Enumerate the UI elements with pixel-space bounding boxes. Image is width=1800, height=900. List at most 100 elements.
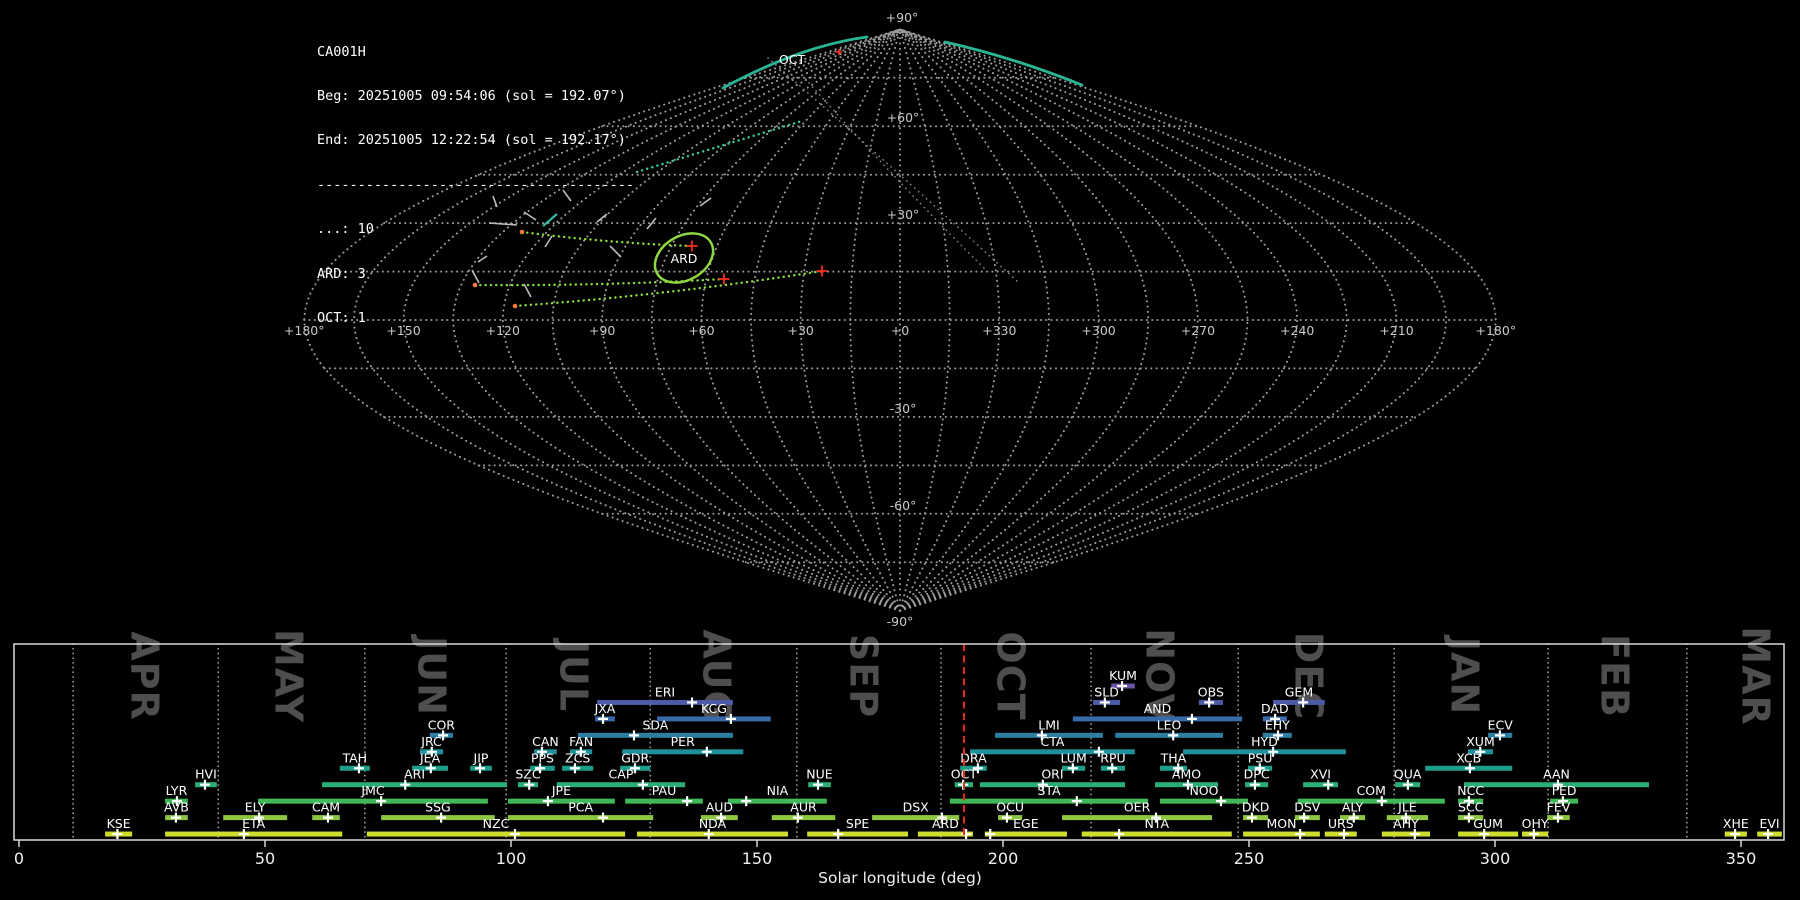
shower-code-label-SLD: SLD bbox=[1094, 684, 1119, 699]
x-tick-label: 300 bbox=[1480, 849, 1511, 868]
x-tick-label: 50 bbox=[255, 849, 275, 868]
shower-code-label-XCB: XCB bbox=[1456, 750, 1481, 765]
shower-code-label-OER: OER bbox=[1124, 800, 1151, 815]
begin-time-line: Beg: 20251005 09:54:06 (sol = 192.07°) bbox=[317, 89, 634, 104]
x-tick-label: 350 bbox=[1726, 849, 1757, 868]
shower-activity-bar-NZC bbox=[367, 832, 625, 837]
shower-code-label-LUM: LUM bbox=[1060, 750, 1086, 765]
shower-code-label-ALY: ALY bbox=[1342, 800, 1364, 815]
shower-code-label-OBS: OBS bbox=[1198, 684, 1224, 699]
shower-code-label-SPE: SPE bbox=[846, 816, 869, 831]
shower-code-label-ECV: ECV bbox=[1488, 717, 1514, 732]
shower-code-label-MON: MON bbox=[1266, 816, 1296, 831]
shower-code-label-ZCS: ZCS bbox=[565, 750, 590, 765]
shower-code-label-FEV: FEV bbox=[1547, 800, 1571, 815]
shower-code-label-NTA: NTA bbox=[1144, 816, 1169, 831]
shower-code-label-GEM: GEM bbox=[1285, 684, 1313, 699]
shower-activity-bar-ARI bbox=[322, 782, 507, 787]
shower-peak-marker-PAU bbox=[682, 796, 692, 806]
shower-code-label-FAN: FAN bbox=[569, 734, 593, 749]
shower-activity-bar-AHY bbox=[1382, 832, 1430, 837]
shower-activity-bar-SDA bbox=[578, 733, 733, 738]
shower-code-label-ARI: ARI bbox=[404, 767, 425, 782]
shower-activity-bar-MON bbox=[1243, 832, 1320, 837]
shower-code-label-RPU: RPU bbox=[1100, 750, 1125, 765]
shower-activity-bar-JMC bbox=[258, 799, 488, 804]
shower-code-label-ORI: ORI bbox=[1041, 767, 1063, 782]
month-label: SEP bbox=[841, 634, 885, 718]
longitude-label: +60 bbox=[688, 323, 714, 338]
shower-peak-marker-ARD bbox=[961, 829, 971, 839]
shower-code-label-AUD: AUD bbox=[706, 800, 733, 815]
shower-code-label-ETA: ETA bbox=[242, 816, 266, 831]
shower-code-label-AUR: AUR bbox=[790, 800, 817, 815]
radiant-plus-marker bbox=[817, 266, 828, 277]
x-tick-label: 0 bbox=[14, 849, 24, 868]
shower-activity-bar-STA bbox=[950, 799, 1148, 804]
x-tick-label: 150 bbox=[742, 849, 773, 868]
longitude-label: +240 bbox=[1280, 323, 1314, 338]
shower-peak-marker-NTA bbox=[1114, 829, 1124, 839]
latitude-label: -30° bbox=[890, 401, 917, 416]
oct-drift-curve bbox=[945, 42, 1082, 85]
shower-code-label-XHE: XHE bbox=[1723, 816, 1749, 831]
shower-code-label-HVI: HVI bbox=[195, 767, 217, 782]
shower-code-label-LEO: LEO bbox=[1157, 717, 1182, 732]
latitude-label: -60° bbox=[890, 498, 917, 513]
shower-code-label-CAP: CAP bbox=[609, 767, 634, 782]
shower-peak-marker-EGE bbox=[985, 829, 995, 839]
shower-code-label-CAM: CAM bbox=[312, 800, 340, 815]
shower-code-label-HYD: HYD bbox=[1251, 734, 1278, 749]
shower-code-label-NUE: NUE bbox=[806, 767, 832, 782]
shower-code-label-KCG: KCG bbox=[701, 701, 727, 716]
shower-code-label-NZC: NZC bbox=[483, 816, 510, 831]
shower-peak-marker-NZC bbox=[510, 829, 520, 839]
shower-code-label-SZC: SZC bbox=[515, 767, 540, 782]
shower-code-label-PER: PER bbox=[671, 734, 695, 749]
x-tick-label: 250 bbox=[1234, 849, 1265, 868]
latitude-label: +30° bbox=[887, 207, 920, 222]
shower-code-label-DPC: DPC bbox=[1244, 767, 1270, 782]
month-label: OCT bbox=[988, 631, 1032, 720]
shower-code-label-KSE: KSE bbox=[107, 816, 131, 831]
shower-code-label-NCC: NCC bbox=[1457, 783, 1484, 798]
count-ard: ARD: 3 bbox=[317, 267, 634, 282]
longitude-label: +330 bbox=[982, 323, 1016, 338]
shower-code-label-THA: THA bbox=[1160, 750, 1187, 765]
shower-peak-marker-PCA bbox=[598, 813, 608, 823]
shower-code-label-PSU: PSU bbox=[1248, 750, 1273, 765]
shower-code-label-COR: COR bbox=[428, 717, 456, 732]
shower-code-label-OCU: OCU bbox=[996, 800, 1024, 815]
shower-code-label-ARD: ARD bbox=[932, 816, 959, 831]
shower-code-label-SCC: SCC bbox=[1458, 800, 1484, 815]
x-axis-title: Solar longitude (deg) bbox=[818, 869, 982, 887]
longitude-label: +0 bbox=[891, 323, 909, 338]
shower-activity-bar-KCG bbox=[657, 716, 771, 721]
shower-peak-marker-MON bbox=[1295, 829, 1305, 839]
shower-code-label-CTA: CTA bbox=[1040, 734, 1064, 749]
x-tick-label: 200 bbox=[988, 849, 1019, 868]
ard-shower-label: ARD bbox=[671, 251, 698, 266]
shower-code-label-JMC: JMC bbox=[360, 783, 384, 798]
activity-timeline: APRMAYJUNJULAUGSEPOCTNOVDECJANFEBMARKUME… bbox=[14, 626, 1784, 887]
shower-code-label-COM: COM bbox=[1357, 783, 1386, 798]
shower-peak-marker-CAP bbox=[638, 780, 648, 790]
shower-code-label-PPS: PPS bbox=[531, 750, 554, 765]
month-label: JUN bbox=[409, 633, 453, 716]
shower-code-label-ERI: ERI bbox=[655, 684, 675, 699]
shower-code-label-SDA: SDA bbox=[642, 717, 668, 732]
separator-line: --------------------------------------- bbox=[317, 178, 634, 193]
shower-code-label-DAD: DAD bbox=[1261, 701, 1289, 716]
longitude-label: +30 bbox=[788, 323, 814, 338]
shower-code-label-OHY: OHY bbox=[1522, 816, 1549, 831]
station-id: CA001H bbox=[317, 45, 634, 60]
radiant-plus-marker bbox=[687, 241, 698, 252]
shower-code-label-JPE: JPE bbox=[551, 783, 571, 798]
shower-code-label-NIA: NIA bbox=[767, 783, 789, 798]
x-tick-label: 100 bbox=[496, 849, 527, 868]
shower-code-label-DSX: DSX bbox=[903, 800, 930, 815]
shower-code-label-LMI: LMI bbox=[1038, 717, 1059, 732]
sky-map-and-timeline-canvas: OCTARD+90°-90°+60°+30°-30°-60°+180°+150+… bbox=[0, 0, 1800, 900]
shower-code-label-XUM: XUM bbox=[1466, 734, 1495, 749]
shower-activity-bar-AUR bbox=[772, 815, 835, 820]
